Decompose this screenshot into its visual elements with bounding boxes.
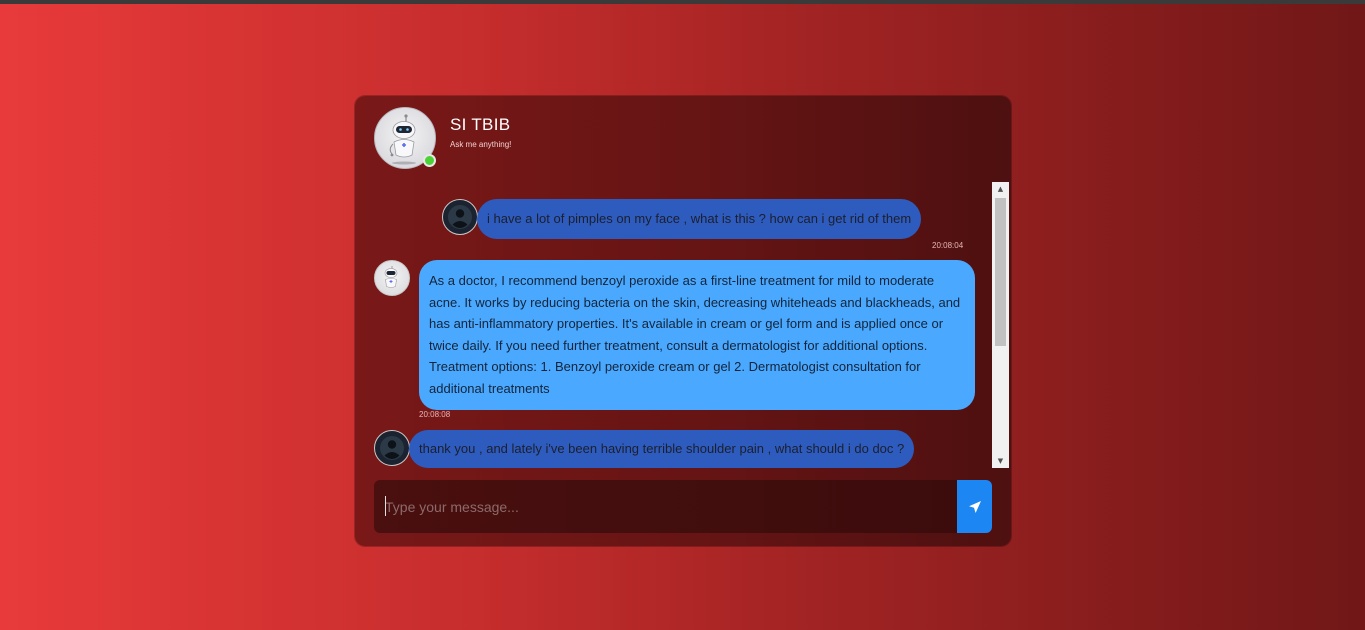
message-input[interactable] bbox=[374, 480, 957, 533]
bot-message-avatar bbox=[374, 260, 410, 296]
scroll-down-arrow-icon[interactable]: ▼ bbox=[992, 454, 1009, 468]
user-message-bubble: i have a lot of pimples on my face , wha… bbox=[477, 199, 922, 239]
user-avatar-icon bbox=[448, 205, 472, 229]
bot-avatar bbox=[374, 107, 436, 169]
scroll-up-arrow-icon[interactable]: ▲ bbox=[992, 182, 1009, 196]
user-message-bubble: thank you , and lately i've been having … bbox=[409, 430, 915, 468]
message-timestamp: 20:08:04 bbox=[932, 241, 964, 250]
send-button[interactable] bbox=[957, 480, 992, 533]
browser-top-edge bbox=[0, 0, 1365, 4]
text-cursor bbox=[385, 496, 386, 516]
bot-message-bubble: As a doctor, I recommend benzoyl peroxid… bbox=[419, 260, 975, 410]
message-scrollbar[interactable]: ▲ ▼ bbox=[992, 182, 1009, 468]
bot-tagline: Ask me anything! bbox=[450, 140, 512, 149]
message-list[interactable]: i have a lot of pimples on my face , wha… bbox=[355, 182, 993, 468]
user-avatar bbox=[442, 199, 478, 235]
user-avatar bbox=[374, 430, 410, 466]
bot-name: SI TBIB bbox=[450, 115, 511, 134]
message-composer bbox=[374, 480, 957, 533]
user-avatar-icon bbox=[380, 436, 404, 460]
send-arrow-icon bbox=[968, 500, 981, 513]
chat-window: SI TBIB Ask me anything! i have a lot of… bbox=[355, 96, 1011, 546]
online-status-dot bbox=[423, 154, 436, 167]
scrollbar-thumb[interactable] bbox=[995, 198, 1006, 346]
message-timestamp: 20:08:08 bbox=[419, 410, 451, 419]
robot-doctor-icon bbox=[384, 266, 398, 288]
